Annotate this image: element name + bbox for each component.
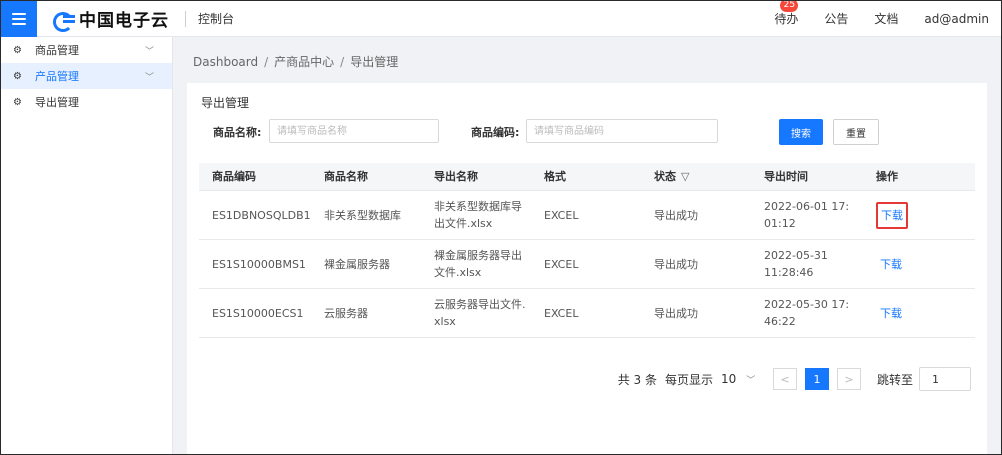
col-header-status-label: 状态 xyxy=(654,170,676,183)
cell-status: 导出成功 xyxy=(654,306,698,320)
export-table: 商品编码 商品名称 导出名称 格式 状态 ▽ 导出时间 操作 ES1DBNOSQL… xyxy=(199,163,975,338)
cell-name: 云服务器 xyxy=(324,306,368,320)
reset-button[interactable]: 重置 xyxy=(833,119,879,145)
cell-format: EXCEL xyxy=(544,257,579,271)
cell-time: 2022-05-31 11:28:46 xyxy=(751,247,863,281)
filter-icon[interactable]: ▽ xyxy=(681,168,689,185)
cell-status: 导出成功 xyxy=(654,208,698,222)
col-header-action: 操作 xyxy=(876,170,898,183)
sidebar-item-label: 导出管理 xyxy=(35,96,79,109)
docs-link[interactable]: 文档 xyxy=(874,10,898,27)
col-header-name: 商品名称 xyxy=(324,170,368,183)
cell-action: 下载 xyxy=(863,201,975,229)
cell-export-name-text: 非关系型数据库导出文件.xlsx xyxy=(434,200,522,230)
gear-icon: ⚙ xyxy=(13,96,22,108)
cell-export-name: 非关系型数据库导出文件.xlsx xyxy=(421,198,531,232)
chevron-down-icon: ﹀ xyxy=(746,375,756,386)
cell-format: EXCEL xyxy=(544,306,579,320)
cell-name: 裸金属服务器 xyxy=(324,257,390,271)
sidebar-item-export-management[interactable]: ⚙ 导出管理 xyxy=(1,89,172,115)
search-button[interactable]: 搜索 xyxy=(779,119,823,145)
logo-icon xyxy=(53,11,75,32)
col-header-format: 格式 xyxy=(544,170,566,183)
jump-page-input[interactable] xyxy=(919,367,971,391)
table-row: ES1DBNOSQLDB1 非关系型数据库 非关系型数据库导出文件.xlsx E… xyxy=(199,191,975,240)
next-page-button[interactable]: > xyxy=(836,368,861,390)
cell-code: ES1DBNOSQLDB1 xyxy=(212,208,311,222)
col-header-time: 导出时间 xyxy=(764,170,808,183)
prev-page-button[interactable]: < xyxy=(772,368,797,390)
page-button-current[interactable]: 1 xyxy=(804,368,829,390)
page-size-select[interactable]: 10 ﹀ xyxy=(721,368,765,390)
user-menu[interactable]: ad@admin xyxy=(924,12,989,26)
cell-time: 2022-06-01 17:01:12 xyxy=(751,198,863,232)
breadcrumb-separator: / xyxy=(340,55,345,69)
table-row: ES1S10000BMS1 裸金属服务器 裸金属服务器导出文件.xlsx EXC… xyxy=(199,240,975,289)
breadcrumb-current: 导出管理 xyxy=(350,55,399,69)
page-size-label: 每页显示 xyxy=(664,372,713,387)
menu-toggle-button[interactable] xyxy=(1,1,37,37)
col-header-code: 商品编码 xyxy=(212,170,256,183)
export-card: 导出管理 商品名称: 商品编码: 搜索 重置 商品编码 商品名称 导出名称 格式… xyxy=(187,83,987,454)
todo-link[interactable]: 25 待办 xyxy=(774,1,799,27)
breadcrumb-product-center[interactable]: 产商品中心 xyxy=(274,55,334,69)
product-code-input[interactable] xyxy=(526,119,718,143)
chevron-down-icon: ﹀ xyxy=(144,72,154,83)
cell-name: 非关系型数据库 xyxy=(324,208,401,222)
product-name-label: 商品名称: xyxy=(213,126,262,139)
cell-time: 2022-05-30 17:46:22 xyxy=(751,296,863,330)
cell-status: 导出成功 xyxy=(654,257,698,271)
table-row: ES1S10000ECS1 云服务器 云服务器导出文件.xlsx EXCEL 导… xyxy=(199,289,975,338)
product-name-input[interactable] xyxy=(269,119,439,143)
cell-export-name: 裸金属服务器导出文件.xlsx xyxy=(421,247,531,281)
sidebar-item-offering-management[interactable]: ⚙ 产品管理 ﹀ xyxy=(1,63,172,89)
sidebar-item-label: 产品管理 xyxy=(35,70,79,83)
breadcrumb-dashboard[interactable]: Dashboard xyxy=(193,55,258,69)
cell-format: EXCEL xyxy=(544,208,579,222)
gear-icon: ⚙ xyxy=(13,70,22,82)
sidebar-item-product-management[interactable]: ⚙ 商品管理 ﹀ xyxy=(1,37,172,63)
todo-badge: 25 xyxy=(780,1,799,12)
page-size-value: 10 xyxy=(720,372,737,386)
cell-code: ES1S10000BMS1 xyxy=(212,257,306,271)
pagination: 共 3 条 每页显示 10 ﹀ < 1 > 跳转至 xyxy=(618,367,971,391)
gear-icon: ⚙ xyxy=(13,44,22,56)
cell-export-name-text: 云服务器导出文件.xlsx xyxy=(434,298,526,328)
cell-time-text: 2022-06-01 17:01:12 xyxy=(764,200,850,230)
table-header: 商品编码 商品名称 导出名称 格式 状态 ▽ 导出时间 操作 xyxy=(199,163,975,191)
download-link[interactable]: 下载 xyxy=(876,201,908,229)
todo-label: 待办 xyxy=(774,12,799,26)
cell-time-text: 2022-05-30 17:46:22 xyxy=(764,298,850,328)
header-actions: 25 待办 公告 文档 ad@admin xyxy=(748,1,989,27)
notice-link[interactable]: 公告 xyxy=(824,10,848,27)
download-link[interactable]: 下载 xyxy=(876,301,906,326)
breadcrumb: Dashboard / 产商品中心 / 导出管理 xyxy=(193,53,398,70)
header-divider xyxy=(185,10,186,27)
top-bar: 中国电子云 控制台 25 待办 公告 文档 ad@admin xyxy=(1,1,1001,37)
app-window: 中国电子云 控制台 25 待办 公告 文档 ad@admin ⚙ 商品管理 ﹀ … xyxy=(0,0,1002,455)
page-title: 导出管理 xyxy=(201,96,250,110)
breadcrumb-separator: / xyxy=(264,55,269,69)
console-link[interactable]: 控制台 xyxy=(198,10,234,27)
main-content: Dashboard / 产商品中心 / 导出管理 导出管理 商品名称: 商品编码: 搜索… xyxy=(173,37,1001,454)
pagination-total: 共 3 条 xyxy=(617,372,657,387)
cell-export-name-text: 裸金属服务器导出文件.xlsx xyxy=(434,249,522,279)
sidebar: ⚙ 商品管理 ﹀ ⚙ 产品管理 ﹀ ⚙ 导出管理 xyxy=(1,37,173,454)
cell-time-text: 2022-05-31 11:28:46 xyxy=(764,249,828,279)
col-header-export-name: 导出名称 xyxy=(434,170,478,183)
product-code-label: 商品编码: xyxy=(471,126,520,139)
sidebar-item-label: 商品管理 xyxy=(35,44,79,57)
cell-action: 下载 xyxy=(863,252,975,277)
brand-name: 中国电子云 xyxy=(79,11,169,31)
cell-action: 下载 xyxy=(863,301,975,326)
hamburger-icon xyxy=(12,12,26,25)
cell-code: ES1S10000ECS1 xyxy=(212,306,304,320)
jump-label: 跳转至 xyxy=(876,372,913,387)
chevron-down-icon: ﹀ xyxy=(144,46,154,57)
download-link[interactable]: 下载 xyxy=(876,252,906,277)
cell-export-name: 云服务器导出文件.xlsx xyxy=(421,296,531,330)
col-header-status: 状态 ▽ xyxy=(641,168,751,185)
brand-logo[interactable]: 中国电子云 xyxy=(53,6,169,32)
